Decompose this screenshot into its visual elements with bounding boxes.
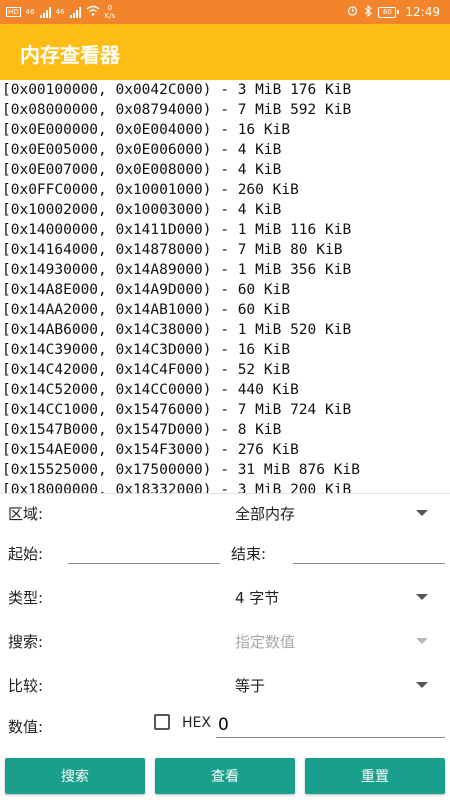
compare-label: 比较: [8,677,44,695]
status-right: 60 12:49 [347,2,440,22]
divider [0,493,450,494]
region-value: 全部内存 [235,505,296,523]
app-bar: 内存查看器 [0,24,450,80]
chevron-down-icon [416,682,428,688]
compare-value: 等于 [235,677,266,695]
value-input[interactable] [216,713,445,738]
status-bar: HD 46 46 0 K/s 60 12:49 [0,0,450,24]
region-spinner[interactable]: 全部内存 [225,496,440,530]
memory-region-row: [0x15525000, 0x17500000) - 31 MiB 876 Ki… [2,462,360,478]
memory-region-row: [0x14930000, 0x14A89000) - 1 MiB 356 KiB [2,262,352,278]
memory-region-row: [0x14C42000, 0x14C4F000) - 52 KiB [2,362,291,378]
network-type-label-2: 46 [55,8,65,16]
search-mode-spinner[interactable]: 指定数值 [225,624,440,658]
memory-region-row: [0x08000000, 0x08794000) - 7 MiB 592 KiB [2,102,352,118]
signal-icon-2 [69,6,81,18]
reset-button[interactable]: 重置 [305,758,445,794]
memory-region-row: [0x1547B000, 0x1547D000) - 8 KiB [2,422,282,438]
clock: 12:49 [405,5,440,19]
wifi-icon [86,5,100,19]
memory-region-row: [0x0E005000, 0x0E006000) - 4 KiB [2,142,282,158]
type-spinner[interactable]: 4 字节 [225,580,440,614]
bluetooth-icon [364,4,373,20]
memory-region-row: [0x10002000, 0x10003000) - 4 KiB [2,202,282,218]
hex-checkbox[interactable] [154,714,170,730]
net-speed-unit: K/s [104,12,116,20]
memory-region-row: [0x14C52000, 0x14CC0000) - 440 KiB [2,382,299,398]
end-address-input[interactable] [293,543,445,564]
signal-icon [39,6,51,18]
view-button[interactable]: 查看 [155,758,295,794]
memory-region-row: [0x18000000, 0x18332000) - 3 MiB 200 KiB [2,482,352,493]
status-left: HD 46 46 0 K/s [6,2,115,22]
net-speed: 0 K/s [105,4,116,20]
search-mode-label: 搜索: [8,633,44,651]
app-title: 内存查看器 [20,43,120,67]
memory-region-row: [0x0E007000, 0x0E008000) - 4 KiB [2,162,282,178]
memory-region-row: [0x14C39000, 0x14C3D000) - 16 KiB [2,342,291,358]
battery-level: 60 [378,6,397,18]
memory-region-row: [0x14A8E000, 0x14A9D000) - 60 KiB [2,282,291,298]
start-label: 起始: [8,545,44,563]
memory-region-row: [0x154AE000, 0x154F3000) - 276 KiB [2,442,299,458]
memory-region-row: [0x14CC1000, 0x15476000) - 7 MiB 724 KiB [2,402,352,418]
hd-badge: HD [6,7,21,17]
search-mode-value: 指定数值 [235,633,296,651]
memory-region-row: [0x14AB6000, 0x14C38000) - 1 MiB 520 KiB [2,322,352,338]
memory-region-row: [0x14000000, 0x1411D000) - 1 MiB 116 KiB [2,222,352,238]
memory-region-row: [0x00100000, 0x0042C000) - 3 MiB 176 KiB [2,82,352,98]
chevron-down-icon [416,638,428,644]
chevron-down-icon [416,510,428,516]
region-label: 区域: [8,505,44,523]
type-label: 类型: [8,589,44,607]
alarm-icon [347,5,358,19]
end-label: 结束: [231,545,267,563]
battery-icon: 60 [378,6,400,18]
hex-label: HEX [182,715,211,731]
start-address-input[interactable] [68,543,220,564]
network-type-label: 46 [25,8,35,16]
memory-region-row: [0x14164000, 0x14878000) - 7 MiB 80 KiB [2,242,343,258]
memory-region-row: [0x14AA2000, 0x14AB1000) - 60 KiB [2,302,291,318]
value-label: 数值: [8,718,44,736]
memory-region-row: [0x0E000000, 0x0E004000) - 16 KiB [2,122,291,138]
chevron-down-icon [416,594,428,600]
type-value: 4 字节 [235,589,280,607]
net-speed-value: 0 [107,4,113,12]
compare-spinner[interactable]: 等于 [225,668,440,702]
memory-map-list[interactable]: [0x00100000, 0x0042C000) - 3 MiB 176 KiB… [0,80,450,493]
search-button[interactable]: 搜索 [5,758,145,794]
memory-region-row: [0x0FFC0000, 0x10001000) - 260 KiB [2,182,299,198]
